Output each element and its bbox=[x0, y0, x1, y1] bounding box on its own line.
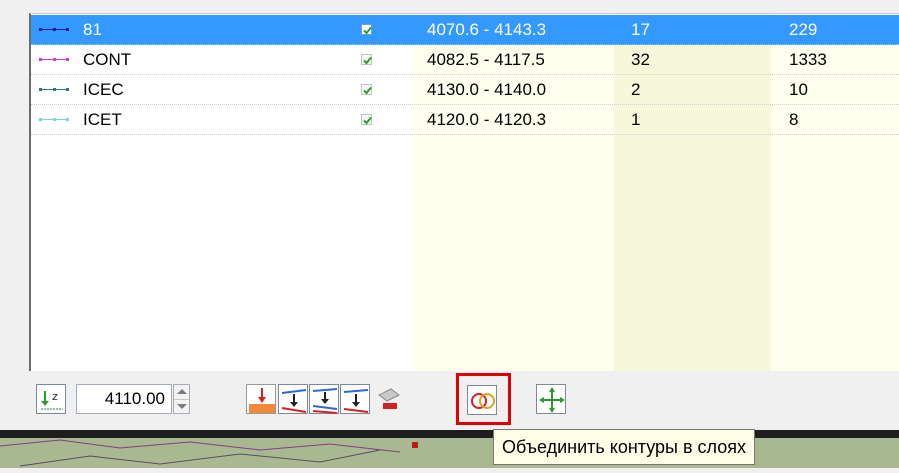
tooltip: Объединить контуры в слоях bbox=[493, 429, 756, 465]
layer-line-style-icon bbox=[39, 28, 69, 31]
layer-contour-count: 2 bbox=[631, 80, 641, 99]
layer-line-style-icon bbox=[39, 118, 69, 121]
layer-z-range: 4070.6 - 4143.3 bbox=[427, 20, 547, 39]
layer-name: CONT bbox=[83, 50, 132, 69]
svg-text:z: z bbox=[52, 390, 58, 403]
layer-name: ICET bbox=[83, 110, 122, 129]
check-icon bbox=[363, 56, 372, 65]
check-icon bbox=[363, 116, 372, 125]
layer-name: 81 bbox=[83, 20, 102, 39]
project-down-alt-button[interactable] bbox=[340, 384, 370, 414]
layer-z-range: 4120.0 - 4120.3 bbox=[427, 110, 547, 129]
layers-toolbar: z 4110.00 bbox=[0, 370, 899, 430]
merge-contours-button[interactable] bbox=[467, 385, 497, 415]
layer-point-count: 8 bbox=[789, 110, 799, 129]
spin-down-button[interactable] bbox=[174, 400, 189, 414]
check-icon bbox=[363, 26, 372, 35]
table-row[interactable]: 81 4070.6 - 4143.3 17 229 bbox=[31, 15, 899, 45]
layer-visible-checkbox[interactable] bbox=[361, 84, 372, 95]
layer-line-style-icon bbox=[39, 58, 69, 61]
erase-layer-button[interactable] bbox=[372, 384, 402, 414]
z-level-spinner[interactable] bbox=[173, 384, 190, 414]
layer-visible-checkbox[interactable] bbox=[361, 54, 372, 65]
check-icon bbox=[363, 86, 372, 95]
layer-visible-checkbox[interactable] bbox=[361, 24, 372, 35]
layer-line-style-icon bbox=[39, 88, 69, 91]
layers-panel: 81 4070.6 - 4143.3 17 229 CONT 4082.5 - … bbox=[0, 0, 899, 438]
z-level-input[interactable]: 4110.00 bbox=[76, 384, 172, 414]
table-row[interactable]: ICEC 4130.0 - 4140.0 2 10 bbox=[31, 75, 899, 105]
project-down-multi-button[interactable] bbox=[309, 384, 339, 414]
spin-up-button[interactable] bbox=[174, 385, 189, 400]
layer-visible-checkbox[interactable] bbox=[361, 114, 372, 125]
layer-point-count: 229 bbox=[789, 20, 818, 39]
sort-z-button[interactable]: z bbox=[36, 384, 66, 414]
layer-point-count: 1333 bbox=[789, 50, 827, 69]
layer-z-range: 4130.0 - 4140.0 bbox=[427, 80, 547, 99]
move-button[interactable] bbox=[536, 384, 566, 414]
map-view-strip[interactable] bbox=[0, 438, 899, 468]
layer-z-range: 4082.5 - 4117.5 bbox=[427, 50, 545, 69]
table-row[interactable]: ICET 4120.0 - 4120.3 1 8 bbox=[31, 105, 899, 135]
project-down-button[interactable] bbox=[278, 384, 308, 414]
layers-table: 81 4070.6 - 4143.3 17 229 CONT 4082.5 - … bbox=[29, 13, 899, 371]
layer-contour-count: 32 bbox=[631, 50, 650, 69]
layer-contour-count: 17 bbox=[631, 20, 650, 39]
surface-down-button[interactable] bbox=[246, 384, 276, 414]
layer-contour-count: 1 bbox=[631, 110, 641, 129]
panel-bottom-edge bbox=[0, 430, 899, 438]
layer-point-count: 10 bbox=[789, 80, 808, 99]
layer-name: ICEC bbox=[83, 80, 124, 99]
table-row[interactable]: CONT 4082.5 - 4117.5 32 1333 bbox=[31, 45, 899, 75]
